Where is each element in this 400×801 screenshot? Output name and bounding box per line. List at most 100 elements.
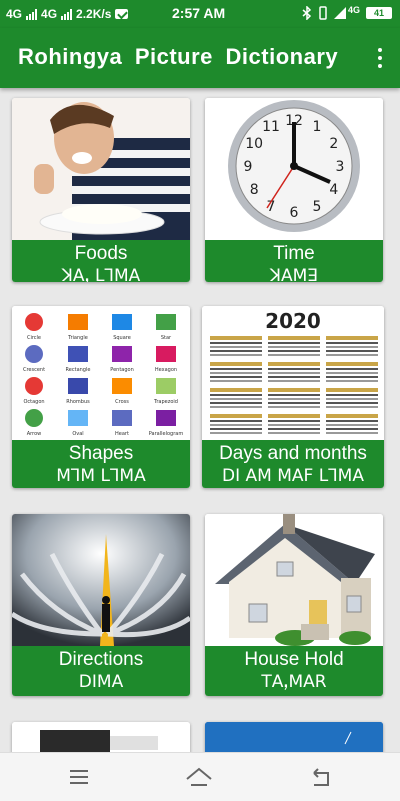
shape-arrow <box>25 409 43 427</box>
shape-oval <box>68 410 88 426</box>
time-label-band: Time ꓘꓮꓟꓱ <box>205 240 383 282</box>
shape-triangle <box>68 314 88 330</box>
clock-numeral: 2 <box>329 136 338 152</box>
calendar-week-row <box>326 368 378 370</box>
signal-strength-icon <box>333 7 346 19</box>
shape-circle <box>25 313 43 331</box>
calendar-week-row <box>268 428 320 430</box>
category-label: Days and months <box>219 443 367 464</box>
calendar-week-row <box>326 354 378 356</box>
shape-name: Circle <box>27 335 41 341</box>
category-card-directions[interactable]: Directions ꓓꓲꓟꓮ <box>12 514 190 696</box>
vibrate-icon <box>319 6 327 20</box>
shape-name: Trapezoid <box>153 399 178 405</box>
calendar-week-row <box>268 342 320 344</box>
category-label: Time <box>273 243 315 264</box>
calendar-week-row <box>326 346 378 348</box>
app-title: Rohingya Picture Dictionary <box>18 44 339 69</box>
shape-name: Heart <box>115 431 129 437</box>
calendar-month-header <box>210 362 262 366</box>
shapes-image: Circle Triangle Square Star Crescent Rectangl… <box>12 306 190 440</box>
network-speed: 2.2K/s <box>76 7 112 21</box>
category-label-rohingya: ꓓꓲ ꓮꓟ ꓟꓮꓝ ꓡꓶꓟꓮ <box>222 466 364 486</box>
signal-icon <box>61 8 73 20</box>
shape-name: Octagon <box>23 399 44 405</box>
network-type-1: 4G <box>6 7 23 21</box>
category-card-days-and-months[interactable]: 2020 Days and months ꓓꓲ ꓮꓟ ꓟꓮꓝ ꓡꓶꓟꓮ <box>202 306 384 488</box>
category-card-partial-right[interactable] <box>205 722 383 752</box>
calendar-month-header <box>326 336 378 340</box>
overflow-menu-icon[interactable] <box>374 46 386 70</box>
calendar-week-row <box>326 420 378 422</box>
calendar-month-header <box>210 388 262 392</box>
calendar-week-row <box>268 380 320 382</box>
calendar-week-row <box>326 342 378 344</box>
time-image: 12 1 2 3 4 5 6 7 8 9 10 11 <box>205 98 383 240</box>
notification-icon <box>115 9 129 19</box>
calendar-month-header <box>210 336 262 340</box>
clock-time: 2:57 AM <box>172 5 226 21</box>
calendar-week-row <box>210 354 262 356</box>
shape-name: Crescent <box>23 367 45 373</box>
menu-icon[interactable] <box>64 765 94 789</box>
calendar-week-row <box>326 402 378 404</box>
category-label-rohingya: ꓔꓮꓹꓟꓮꓣ <box>261 672 327 692</box>
category-label: Directions <box>58 649 144 670</box>
calendar-month-header <box>326 414 378 418</box>
shape-name: Oval <box>72 431 83 437</box>
calendar-week-row <box>210 376 262 378</box>
clock-numeral: 1 <box>313 119 322 135</box>
calendar-week-row <box>326 394 378 396</box>
category-card-foods[interactable]: Foods ꓘꓮꓹ ꓡꓶꓟꓮ <box>12 98 190 282</box>
category-card-partial-left[interactable] <box>12 722 190 752</box>
status-left: 4G 4G 2.2K/s <box>6 7 129 21</box>
calendar-week-row <box>268 398 320 400</box>
category-card-time[interactable]: 12 1 2 3 4 5 6 7 8 9 10 11 Time ꓘꓮꓟꓱ <box>205 98 383 282</box>
shape-hexagon <box>156 346 176 362</box>
status-right: 4G 41 <box>302 5 392 20</box>
calendar-week-row <box>326 372 378 374</box>
shape-pentagon <box>112 346 132 362</box>
network-type-3: 4G <box>347 5 360 15</box>
calendar-month-header <box>210 414 262 418</box>
shape-crescent <box>25 345 43 363</box>
calendar-week-row <box>326 376 378 378</box>
calendar-week-row <box>268 424 320 426</box>
home-icon[interactable] <box>184 765 214 789</box>
category-grid: Foods ꓘꓮꓹ ꓡꓶꓟꓮ 12 1 2 3 4 5 6 7 8 9 10 11 Time ꓘꓮꓟꓱ <box>0 88 400 752</box>
shape-parallelogram <box>156 410 176 426</box>
navigation-bar <box>0 752 400 801</box>
status-bar: 4G 4G 2.2K/s 2:57 AM 4G 41 <box>0 0 400 28</box>
shape-trapezoid <box>156 378 176 394</box>
shape-name: Rhombus <box>66 399 90 405</box>
calendar-month-header <box>268 414 320 418</box>
calendar-week-row <box>268 394 320 396</box>
directions-label-band: Directions ꓓꓲꓟꓮ <box>12 646 190 696</box>
shape-name: Cross <box>115 399 129 405</box>
shape-rhombus <box>68 378 88 394</box>
category-card-house-hold[interactable]: House Hold ꓔꓮꓹꓟꓮꓣ <box>205 514 383 696</box>
calendar-week-row <box>268 420 320 422</box>
category-card-shapes[interactable]: Circle Triangle Square Star Crescent Rectangl… <box>12 306 190 488</box>
shape-name: Hexagon <box>155 367 177 373</box>
bluetooth-icon <box>302 6 312 20</box>
category-label: Foods <box>74 243 128 264</box>
days-label-band: Days and months ꓓꓲ ꓮꓟ ꓟꓮꓝ ꓡꓶꓟꓮ <box>202 440 384 488</box>
shape-cross <box>112 378 132 394</box>
shape-name: Pentagon <box>110 367 134 373</box>
shape-rectangle <box>68 346 88 362</box>
calendar-week-row <box>210 394 262 396</box>
category-label-rohingya: ꓓꓲꓟꓮ <box>78 672 124 692</box>
calendar-month-header <box>268 336 320 340</box>
calendar-week-row <box>210 420 262 422</box>
partial-card-image <box>12 722 190 752</box>
signal-icon <box>26 8 38 20</box>
calendar-week-row <box>268 368 320 370</box>
house-label-band: House Hold ꓔꓮꓹꓟꓮꓣ <box>205 646 383 696</box>
shape-name: Star <box>161 335 172 341</box>
shape-star <box>156 314 176 330</box>
category-label-rohingya: ꓟꓶꓟ ꓡꓶꓟꓮ <box>56 466 146 486</box>
back-icon[interactable] <box>306 765 336 789</box>
category-label: Shapes <box>68 443 134 464</box>
calendar-week-row <box>210 432 262 434</box>
